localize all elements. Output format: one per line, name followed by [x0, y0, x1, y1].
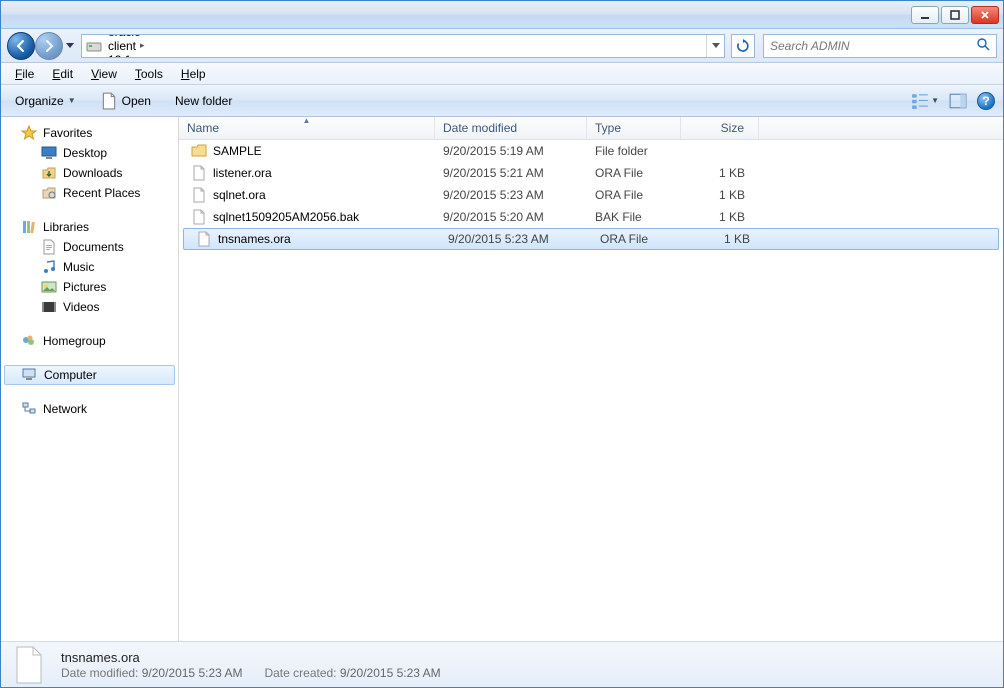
- refresh-button[interactable]: [731, 34, 755, 58]
- homegroup-icon: [21, 333, 37, 349]
- downloads-icon: [41, 165, 57, 181]
- menu-edit[interactable]: Edit: [44, 65, 81, 83]
- nav-network[interactable]: Network: [1, 399, 178, 419]
- folder-icon: [191, 143, 207, 159]
- menu-help[interactable]: Help: [173, 65, 214, 83]
- breadcrumb-segment[interactable]: 12.1▸: [104, 53, 199, 58]
- column-date[interactable]: Date modified: [435, 117, 587, 139]
- libraries-icon: [21, 219, 37, 235]
- titlebar: [1, 1, 1003, 29]
- nav-documents[interactable]: Documents: [1, 237, 178, 257]
- preview-pane-button[interactable]: [949, 92, 967, 110]
- file-icon: [191, 187, 207, 203]
- explorer-window: Computer▸Local Disk (C:)▸oracle▸client▸1…: [0, 0, 1004, 688]
- column-name[interactable]: Name ▲: [179, 117, 435, 139]
- nav-history-dropdown[interactable]: [63, 32, 77, 60]
- organize-button[interactable]: Organize ▼: [9, 91, 82, 111]
- breadcrumb-segment[interactable]: client▸: [104, 39, 199, 53]
- forward-button[interactable]: [35, 32, 63, 60]
- nav-computer[interactable]: Computer: [4, 365, 175, 385]
- table-row[interactable]: SAMPLE 9/20/2015 5:19 AM File folder: [179, 140, 1003, 162]
- file-rows[interactable]: SAMPLE 9/20/2015 5:19 AM File folder lis…: [179, 140, 1003, 641]
- menu-file[interactable]: File: [7, 65, 42, 83]
- nav-libraries[interactable]: Libraries: [1, 217, 178, 237]
- nav-music[interactable]: Music: [1, 257, 178, 277]
- details-thumbnail: [9, 645, 49, 685]
- nav-favorites[interactable]: Favorites: [1, 123, 178, 143]
- drive-icon: [86, 38, 102, 54]
- recent-icon: [41, 185, 57, 201]
- back-button[interactable]: [7, 32, 35, 60]
- nav-pictures[interactable]: Pictures: [1, 277, 178, 297]
- table-row[interactable]: sqlnet1509205AM2056.bak 9/20/2015 5:20 A…: [179, 206, 1003, 228]
- nav-downloads[interactable]: Downloads: [1, 163, 178, 183]
- navigation-pane[interactable]: Favorites Desktop Downloads Recent Place…: [1, 117, 179, 641]
- chevron-right-icon: ▸: [135, 54, 140, 58]
- network-icon: [21, 401, 37, 417]
- nav-homegroup[interactable]: Homegroup: [1, 331, 178, 351]
- body: Favorites Desktop Downloads Recent Place…: [1, 117, 1003, 641]
- star-icon: [21, 125, 37, 141]
- details-title: tnsnames.ora: [61, 650, 441, 665]
- search-input[interactable]: Search ADMIN: [763, 34, 997, 58]
- maximize-button[interactable]: [941, 6, 969, 24]
- column-headers: Name ▲ Date modified Type Size: [179, 117, 1003, 140]
- nav-buttons: [7, 32, 77, 60]
- music-icon: [41, 259, 57, 275]
- menu-bar: File Edit View Tools Help: [1, 63, 1003, 85]
- column-type[interactable]: Type: [587, 117, 681, 139]
- address-dropdown[interactable]: [706, 35, 724, 57]
- new-folder-button[interactable]: New folder: [169, 91, 238, 111]
- command-bar: Organize ▼ Open New folder ▼: [1, 85, 1003, 117]
- view-icon: [911, 92, 929, 110]
- nav-videos[interactable]: Videos: [1, 297, 178, 317]
- computer-icon: [22, 367, 38, 383]
- file-icon: [100, 92, 118, 110]
- pictures-icon: [41, 279, 57, 295]
- desktop-icon: [41, 145, 57, 161]
- nav-desktop[interactable]: Desktop: [1, 143, 178, 163]
- details-pane: tnsnames.ora Date modified: 9/20/2015 5:…: [1, 641, 1003, 687]
- menu-view[interactable]: View: [83, 65, 125, 83]
- open-button[interactable]: Open: [94, 89, 157, 113]
- file-list-pane: Name ▲ Date modified Type Size SAMPLE 9/…: [179, 117, 1003, 641]
- view-options-button[interactable]: ▼: [911, 92, 939, 110]
- chevron-down-icon: ▼: [68, 96, 76, 105]
- table-row[interactable]: sqlnet.ora 9/20/2015 5:23 AM ORA File 1 …: [179, 184, 1003, 206]
- minimize-button[interactable]: [911, 6, 939, 24]
- menu-tools[interactable]: Tools: [127, 65, 171, 83]
- sort-asc-icon: ▲: [303, 117, 311, 125]
- address-bar[interactable]: Computer▸Local Disk (C:)▸oracle▸client▸1…: [81, 34, 725, 58]
- file-icon: [196, 231, 212, 247]
- chevron-right-icon: ▸: [145, 34, 150, 38]
- table-row[interactable]: tnsnames.ora 9/20/2015 5:23 AM ORA File …: [183, 228, 999, 250]
- navigation-row: Computer▸Local Disk (C:)▸oracle▸client▸1…: [1, 29, 1003, 63]
- file-icon: [191, 165, 207, 181]
- help-button[interactable]: ?: [977, 92, 995, 110]
- nav-recent-places[interactable]: Recent Places: [1, 183, 178, 203]
- close-button[interactable]: [971, 6, 999, 24]
- file-icon: [191, 209, 207, 225]
- column-size[interactable]: Size: [681, 117, 759, 139]
- search-icon: [976, 37, 990, 54]
- table-row[interactable]: listener.ora 9/20/2015 5:21 AM ORA File …: [179, 162, 1003, 184]
- search-placeholder: Search ADMIN: [770, 39, 850, 53]
- chevron-right-icon: ▸: [140, 40, 145, 51]
- document-icon: [41, 239, 57, 255]
- videos-icon: [41, 299, 57, 315]
- chevron-down-icon: ▼: [931, 96, 939, 105]
